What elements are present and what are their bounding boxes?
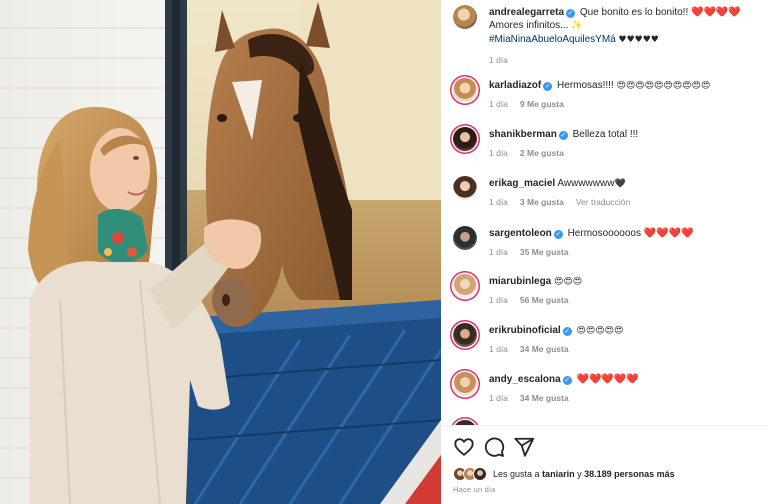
verified-badge-icon: ✓ [553,230,563,239]
actions-divider [441,425,768,426]
sparkle-emoji: ✨ [571,21,583,31]
caption-line-2: Amores infinitos... [489,20,569,31]
caption-hashtag[interactable]: #MiaNinaAbueloAquilesYMá [489,34,616,45]
commenter-avatar[interactable] [453,323,477,347]
commenter-avatar[interactable] [453,274,477,298]
comment-meta: 1 día 9 Me gusta [489,99,576,109]
comment-emoji: ❤️❤️❤️❤️❤️ [576,374,639,385]
comment-meta: 1 día 3 Me gusta Ver traducción [489,197,642,207]
paper-plane-icon [514,437,535,457]
share-button[interactable] [513,436,535,458]
commenter-username[interactable]: andy_escalona [489,374,561,385]
commenter-username[interactable]: miarubinlega [489,276,551,287]
comment-likes-link[interactable]: 56 Me gusta [520,295,569,305]
comment-meta: 1 día 56 Me gusta [489,295,581,305]
comment-item: erikrubinoficial ✓ 😍😍😍😍😍 1 día 34 Me gusta [453,323,758,368]
comment-emoji: 😍😍😍 [554,277,583,287]
comment-item: miarubinlega 😍😍😍 1 día 56 Me gusta [453,274,758,319]
caption-time: 1 día [489,55,508,65]
comment-meta: 1 día 2 Me gusta [489,148,576,158]
comment-likes-link[interactable]: 2 Me gusta [520,148,564,158]
comment-emoji: 🖤 [614,179,626,189]
commenter-avatar[interactable] [453,226,477,250]
author-username[interactable]: andrealegarreta [489,7,564,18]
verified-badge-icon: ✓ [562,327,572,336]
likes-prefix: Les gusta a [493,469,540,479]
like-button[interactable] [453,436,475,458]
caption-hearts-small: ♥♥♥♥♥ [618,35,659,45]
comment-time: 1 día [489,99,508,109]
comment-likes-link[interactable]: 34 Me gusta [520,393,569,403]
comment-likes-link[interactable]: 3 Me gusta [520,197,564,207]
comment-time: 1 día [489,295,508,305]
liker-avatar [473,467,487,481]
comment-time: 1 día [489,148,508,158]
commenter-avatar[interactable] [453,127,477,151]
comment-button[interactable] [483,436,505,458]
comment-meta: 1 día 34 Me gusta [489,344,581,354]
comment-emoji: 😍😍😍😍😍😍😍😍😍😍 [616,81,711,91]
caption-hearts-emoji: ❤️❤️❤️❤️ [691,7,741,18]
comment-item: andy_escalona ✓ ❤️❤️❤️❤️❤️ 1 día 34 Me gus… [453,372,758,417]
comment-item: erikag_maciel Awwwwwww🖤 1 día 3 Me gusta V… [453,176,758,221]
comment-text: Hermosoooooos [567,228,641,239]
likes-middle: y [577,469,582,479]
commenter-avatar[interactable] [453,78,477,102]
comment-time: 1 día [489,393,508,403]
comment-thread[interactable]: andrealegarreta ✓ Que bonito es lo bonito… [441,0,768,425]
comment-meta: 1 día 35 Me gusta [489,247,581,257]
comment-item: shanikberman ✓ Belleza total !!! 1 día 2 M… [453,127,758,172]
comment-text: Awwwwwww [557,178,615,189]
comment-time: 1 día [489,197,508,207]
comment-text: Hermosas!!!! [557,80,614,91]
comment-text: Belleza total !!! [572,129,639,140]
comment-emoji: ❤️❤️❤️❤️ [643,228,694,239]
caption-text: Que bonito es lo bonito!! [579,7,689,18]
photo-woman-with-horse [0,0,441,504]
comment-likes-link[interactable]: 35 Me gusta [520,247,569,257]
likes-text: Les gusta a taniarin y 38.189 personas m… [493,466,675,482]
comment-item: sargentoleon ✓ Hermosoooooos ❤️❤️❤️❤️ 1 d… [453,226,758,271]
comment-time: 1 día [489,247,508,257]
see-translation-link[interactable]: Ver traducción [576,197,630,207]
commenter-username[interactable]: erikag_maciel [489,178,555,189]
verified-badge-icon: ✓ [543,82,553,91]
comment-bubble-icon [484,437,505,457]
comment-emoji: 😍😍😍😍😍 [576,326,624,336]
likes-count[interactable]: 38.189 personas más [584,469,675,479]
comments-panel: andrealegarreta ✓ Que bonito es lo bonito… [441,0,768,504]
commenter-avatar[interactable] [453,372,477,396]
comment-meta: 1 día 34 Me gusta [489,393,581,403]
comment-item: karladiazof ✓ Hermosas!!!! 😍😍😍😍😍😍😍😍😍😍 1 d… [453,78,758,123]
post-photo[interactable] [0,0,441,504]
author-avatar[interactable] [453,5,477,29]
comment-time: 1 día [489,344,508,354]
commenter-avatar[interactable] [453,176,477,200]
likes-summary[interactable]: Les gusta a taniarin y 38.189 personas m… [453,466,758,482]
post-timestamp: Hace un día [453,485,496,494]
caption-meta: 1 día [489,55,520,65]
comment-likes-link[interactable]: 9 Me gusta [520,99,564,109]
commenter-username[interactable]: sargentoleon [489,228,552,239]
commenter-username[interactable]: erikrubinoficial [489,325,561,336]
likes-user[interactable]: taniarin [542,469,575,479]
commenter-username[interactable]: karladiazof [489,80,541,91]
verified-badge-icon: ✓ [566,9,576,18]
comment-likes-link[interactable]: 34 Me gusta [520,344,569,354]
commenter-username[interactable]: shanikberman [489,129,557,140]
verified-badge-icon: ✓ [558,131,568,140]
verified-badge-icon: ✓ [562,376,572,385]
heart-outline-icon [454,438,474,456]
